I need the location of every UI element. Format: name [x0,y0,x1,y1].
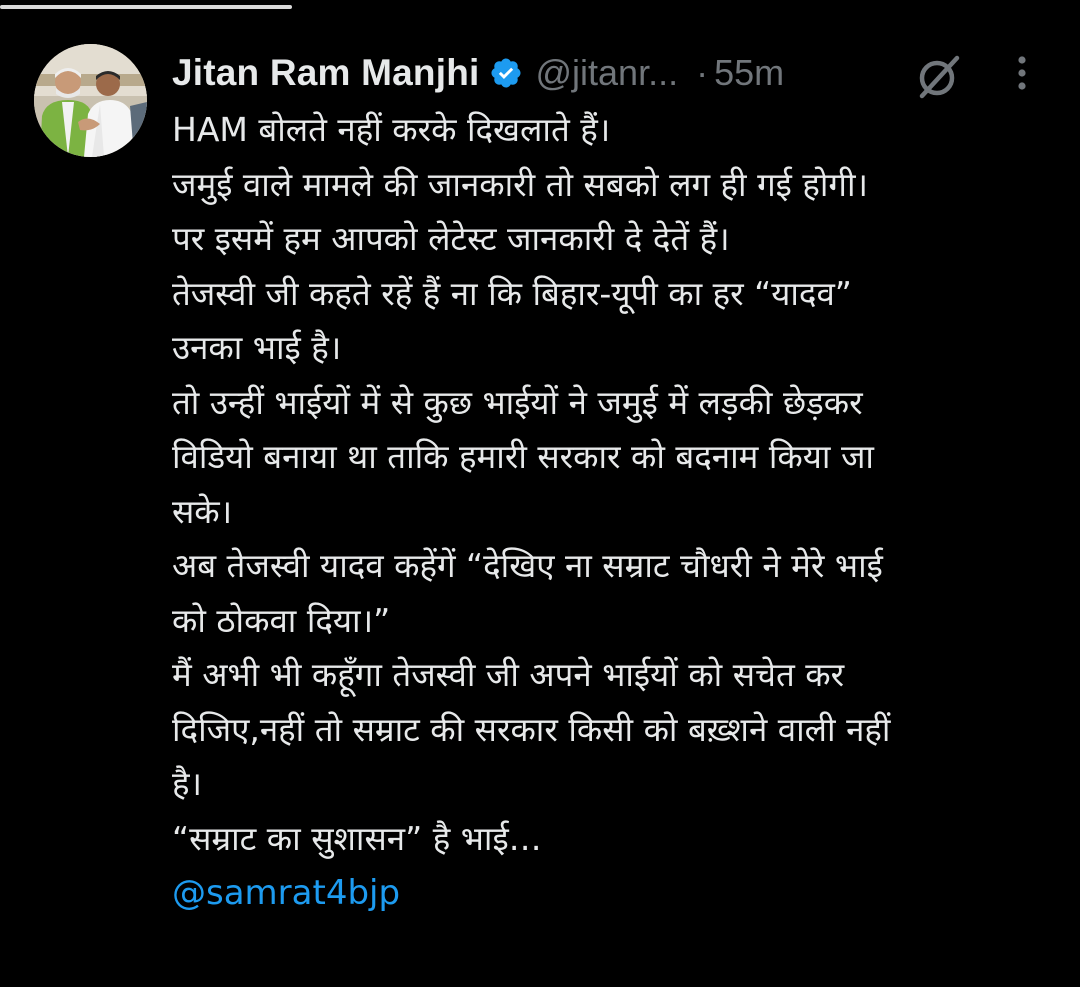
tweet-text-line: को ठोकवा दिया।” [172,600,391,640]
author-handle[interactable]: @jitanr... [535,52,678,94]
tweet-text-line: तो उन्हीं भाईयों में से कुछ भाईयों ने जम… [172,382,863,422]
avatar[interactable] [34,44,147,157]
tweet-text-line: पर इसमें हम आपको लेटेस्ट जानकारी दे देते… [172,219,730,258]
tweet-text-line: जमुई वाले मामले की जानकारी तो सबको लग ही… [172,164,869,204]
tweet-timestamp[interactable]: 55m [714,52,784,94]
more-options-icon[interactable] [1004,52,1040,98]
mention-link[interactable]: @samrat4bjp [172,866,1062,921]
grok-icon[interactable] [915,52,963,100]
profile-photo-icon [34,44,147,157]
tweet-text-line: तेजस्वी जी कहते रहें हैं ना कि बिहार-यूप… [172,273,852,313]
tweet-text-line: उनका भाई है। [172,328,342,367]
header-separator: · [696,52,709,93]
tweet-text-line: है। [172,764,203,803]
tweet-text-line: मैं अभी भी कहूँगा तेजस्वी जी अपने भाईयों… [172,655,845,694]
tweet-text-line: दिजिए,नहीं तो सम्राट की सरकार किसी को बख… [172,709,891,749]
tweet-text: HAM बोलते नहीं करके दिखलाते हैं। जमुई वा… [172,103,1062,921]
tweet-text-line: अब तेजस्वी यादव कहेंगें “देखिए ना सम्राट… [172,546,883,585]
tweet-text-line: विडियो बनाया था ताकि हमारी सरकार को बदना… [172,437,874,476]
tweet[interactable]: Jitan Ram Manjhi @jitanr... · 55m HAM बो… [0,0,1080,987]
verified-badge-icon[interactable] [489,56,523,90]
tweet-text-line: HAM बोलते नहीं करके दिखलाते हैं। [172,110,611,149]
tweet-text-line: “सम्राट का सुशासन” है भाई… [172,818,542,858]
tweet-text-line: सके। [172,491,233,531]
author-display-name[interactable]: Jitan Ram Manjhi [172,52,479,94]
